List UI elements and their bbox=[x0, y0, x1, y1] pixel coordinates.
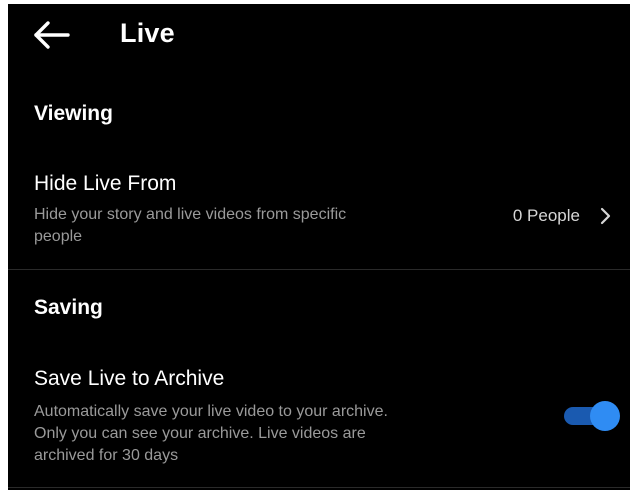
hide-live-from-row[interactable]: Hide Live From Hide your story and live … bbox=[8, 172, 630, 260]
section-heading-viewing: Viewing bbox=[34, 102, 113, 125]
top-bar: Live bbox=[8, 4, 630, 64]
save-live-to-archive-subtitle-line: Only you can see your archive. Live vide… bbox=[34, 425, 366, 442]
hide-live-from-subtitle: Hide your story and live videos from spe… bbox=[34, 204, 346, 248]
hidden-people-count: 0 People bbox=[512, 206, 580, 225]
toggle-knob bbox=[590, 401, 620, 431]
live-settings-screen: Live Viewing Hide Live From Hide your st… bbox=[8, 4, 630, 490]
save-live-to-archive-title: Save Live to Archive bbox=[34, 367, 225, 390]
arrow-left-icon bbox=[34, 21, 70, 49]
hide-live-from-title: Hide Live From bbox=[34, 172, 177, 195]
section-heading-saving: Saving bbox=[34, 296, 103, 319]
save-live-to-archive-subtitle-line: Automatically save your live video to yo… bbox=[34, 403, 388, 420]
bottom-divider bbox=[8, 487, 630, 488]
hide-live-from-subtitle-line: people bbox=[34, 228, 83, 245]
save-live-to-archive-subtitle: Automatically save your live video to yo… bbox=[34, 401, 388, 467]
save-live-to-archive-row[interactable]: Save Live to Archive Automatically save … bbox=[8, 367, 630, 479]
back-button[interactable] bbox=[32, 18, 72, 52]
hide-live-from-subtitle-line: Hide your story and live videos from spe… bbox=[34, 206, 347, 223]
save-live-to-archive-subtitle-line: archived for 30 days bbox=[34, 447, 179, 464]
chevron-right-icon bbox=[598, 207, 612, 225]
page-title: Live bbox=[120, 18, 175, 48]
save-to-archive-toggle[interactable] bbox=[562, 401, 620, 431]
section-divider bbox=[8, 269, 630, 270]
